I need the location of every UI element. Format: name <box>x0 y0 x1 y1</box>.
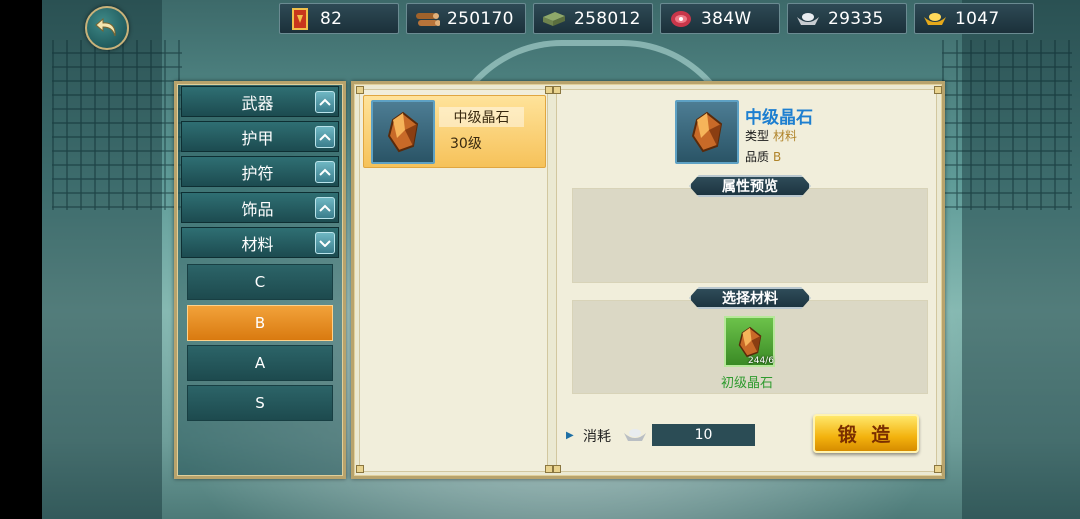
resource-wood: 250170 <box>406 3 526 34</box>
subcategory-a[interactable]: A <box>187 345 333 381</box>
subcategory-c[interactable]: C <box>187 264 333 300</box>
resource-token: 82 <box>279 3 399 34</box>
category-amulet[interactable]: 护符 <box>181 156 339 187</box>
resource-meat: 384W <box>660 3 780 34</box>
corner-ornament <box>553 86 561 94</box>
corner-ornament <box>356 86 364 94</box>
chevron-up-icon[interactable] <box>315 125 335 148</box>
select-material-title: 选择材料 <box>722 291 778 307</box>
category-label: 材料 <box>241 234 274 254</box>
attribute-preview-box <box>572 188 928 283</box>
category-armor[interactable]: 护甲 <box>181 121 339 152</box>
category-label: 护符 <box>241 163 274 183</box>
forge-button[interactable]: 锻 造 <box>813 414 919 453</box>
chevron-up-icon[interactable] <box>315 160 335 183</box>
subcategory-b[interactable]: B <box>187 305 333 341</box>
resource-token-value: 82 <box>320 8 343 29</box>
detail-quality-row: 品质 B <box>745 148 781 165</box>
bg-lattice-right <box>942 40 1072 210</box>
chevron-up-icon[interactable] <box>315 196 335 219</box>
cost-arrow-icon: ▶ <box>566 430 574 441</box>
token-icon <box>286 7 314 31</box>
item-card-level: 30级 <box>450 136 482 152</box>
category-material[interactable]: 材料 <box>181 227 339 258</box>
back-button[interactable] <box>85 6 129 50</box>
silver-ingot-icon <box>794 7 822 31</box>
subcategory-label: B <box>254 314 266 332</box>
subcategory-label: A <box>254 354 266 372</box>
subcategory-s[interactable]: S <box>187 385 333 421</box>
crystal-icon <box>738 326 761 357</box>
category-label: 饰品 <box>241 199 274 219</box>
attribute-preview-title: 属性预览 <box>722 179 778 195</box>
bg-lattice-left <box>52 40 182 210</box>
material-name: 初级晶石 <box>721 376 774 391</box>
corner-ornament <box>545 86 553 94</box>
category-accessory[interactable]: 饰品 <box>181 192 339 223</box>
detail-quality-value: B <box>773 150 782 164</box>
subcategory-label: C <box>254 273 266 291</box>
wood-icon <box>413 7 441 31</box>
back-arrow-icon <box>95 17 116 37</box>
resource-silver-value: 29335 <box>828 8 884 29</box>
resource-wood-value: 250170 <box>447 8 514 29</box>
resource-silver: 29335 <box>787 3 907 34</box>
cloth-icon <box>540 7 568 31</box>
corner-ornament <box>545 465 553 473</box>
detail-quality-label: 品质 <box>745 150 770 164</box>
select-material-banner: 选择材料 <box>689 287 811 309</box>
detail-item-name: 中级晶石 <box>745 108 813 128</box>
detail-icon-frame <box>675 100 739 164</box>
corner-ornament <box>934 86 942 94</box>
forge-button-label: 锻 造 <box>837 424 895 446</box>
resource-gold: 1047 <box>914 3 1034 34</box>
resource-meat-value: 384W <box>701 8 752 29</box>
category-label: 武器 <box>241 93 274 113</box>
cost-label: 消耗 <box>583 429 611 445</box>
crystal-icon <box>691 111 723 153</box>
corner-ornament <box>356 465 364 473</box>
detail-type-row: 类型 材料 <box>745 127 797 144</box>
item-card-icon-frame <box>371 100 435 164</box>
attribute-preview-banner: 属性预览 <box>689 175 811 197</box>
detail-type-value: 材料 <box>773 129 798 143</box>
category-weapon[interactable]: 武器 <box>181 86 339 117</box>
resource-cloth-value: 258012 <box>574 8 641 29</box>
corner-ornament <box>553 465 561 473</box>
detail-type-label: 类型 <box>745 129 770 143</box>
cost-value: 10 <box>652 424 755 446</box>
chevron-up-icon[interactable] <box>315 90 335 113</box>
item-card-name: 中级晶石 <box>439 107 524 127</box>
category-label: 护甲 <box>241 128 274 148</box>
gold-ingot-icon <box>921 7 949 31</box>
corner-ornament <box>934 465 942 473</box>
resource-cloth: 258012 <box>533 3 653 34</box>
resource-gold-value: 1047 <box>955 8 1000 29</box>
chevron-down-icon[interactable] <box>315 231 335 254</box>
crystal-icon <box>387 111 419 153</box>
meat-icon <box>667 7 695 31</box>
silver-ingot-icon <box>621 425 649 449</box>
material-count: 244/6 <box>748 356 774 366</box>
subcategory-label: S <box>255 394 265 412</box>
